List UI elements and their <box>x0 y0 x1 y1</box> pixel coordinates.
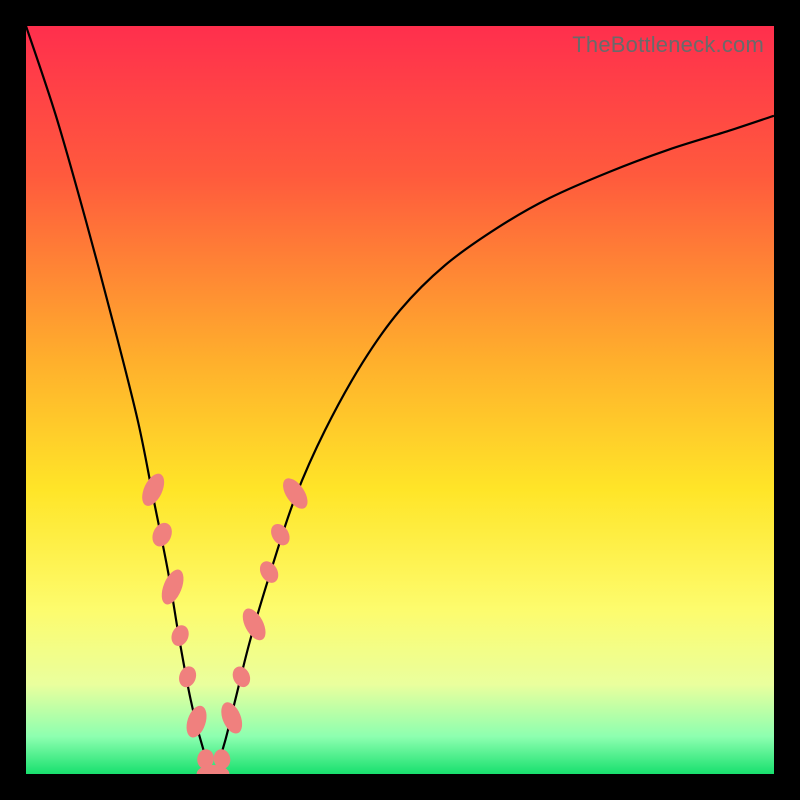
gradient-background <box>26 26 774 774</box>
outer-frame: TheBottleneck.com <box>0 0 800 800</box>
watermark-text: TheBottleneck.com <box>572 32 764 58</box>
chart-svg <box>26 26 774 774</box>
plot-area: TheBottleneck.com <box>26 26 774 774</box>
